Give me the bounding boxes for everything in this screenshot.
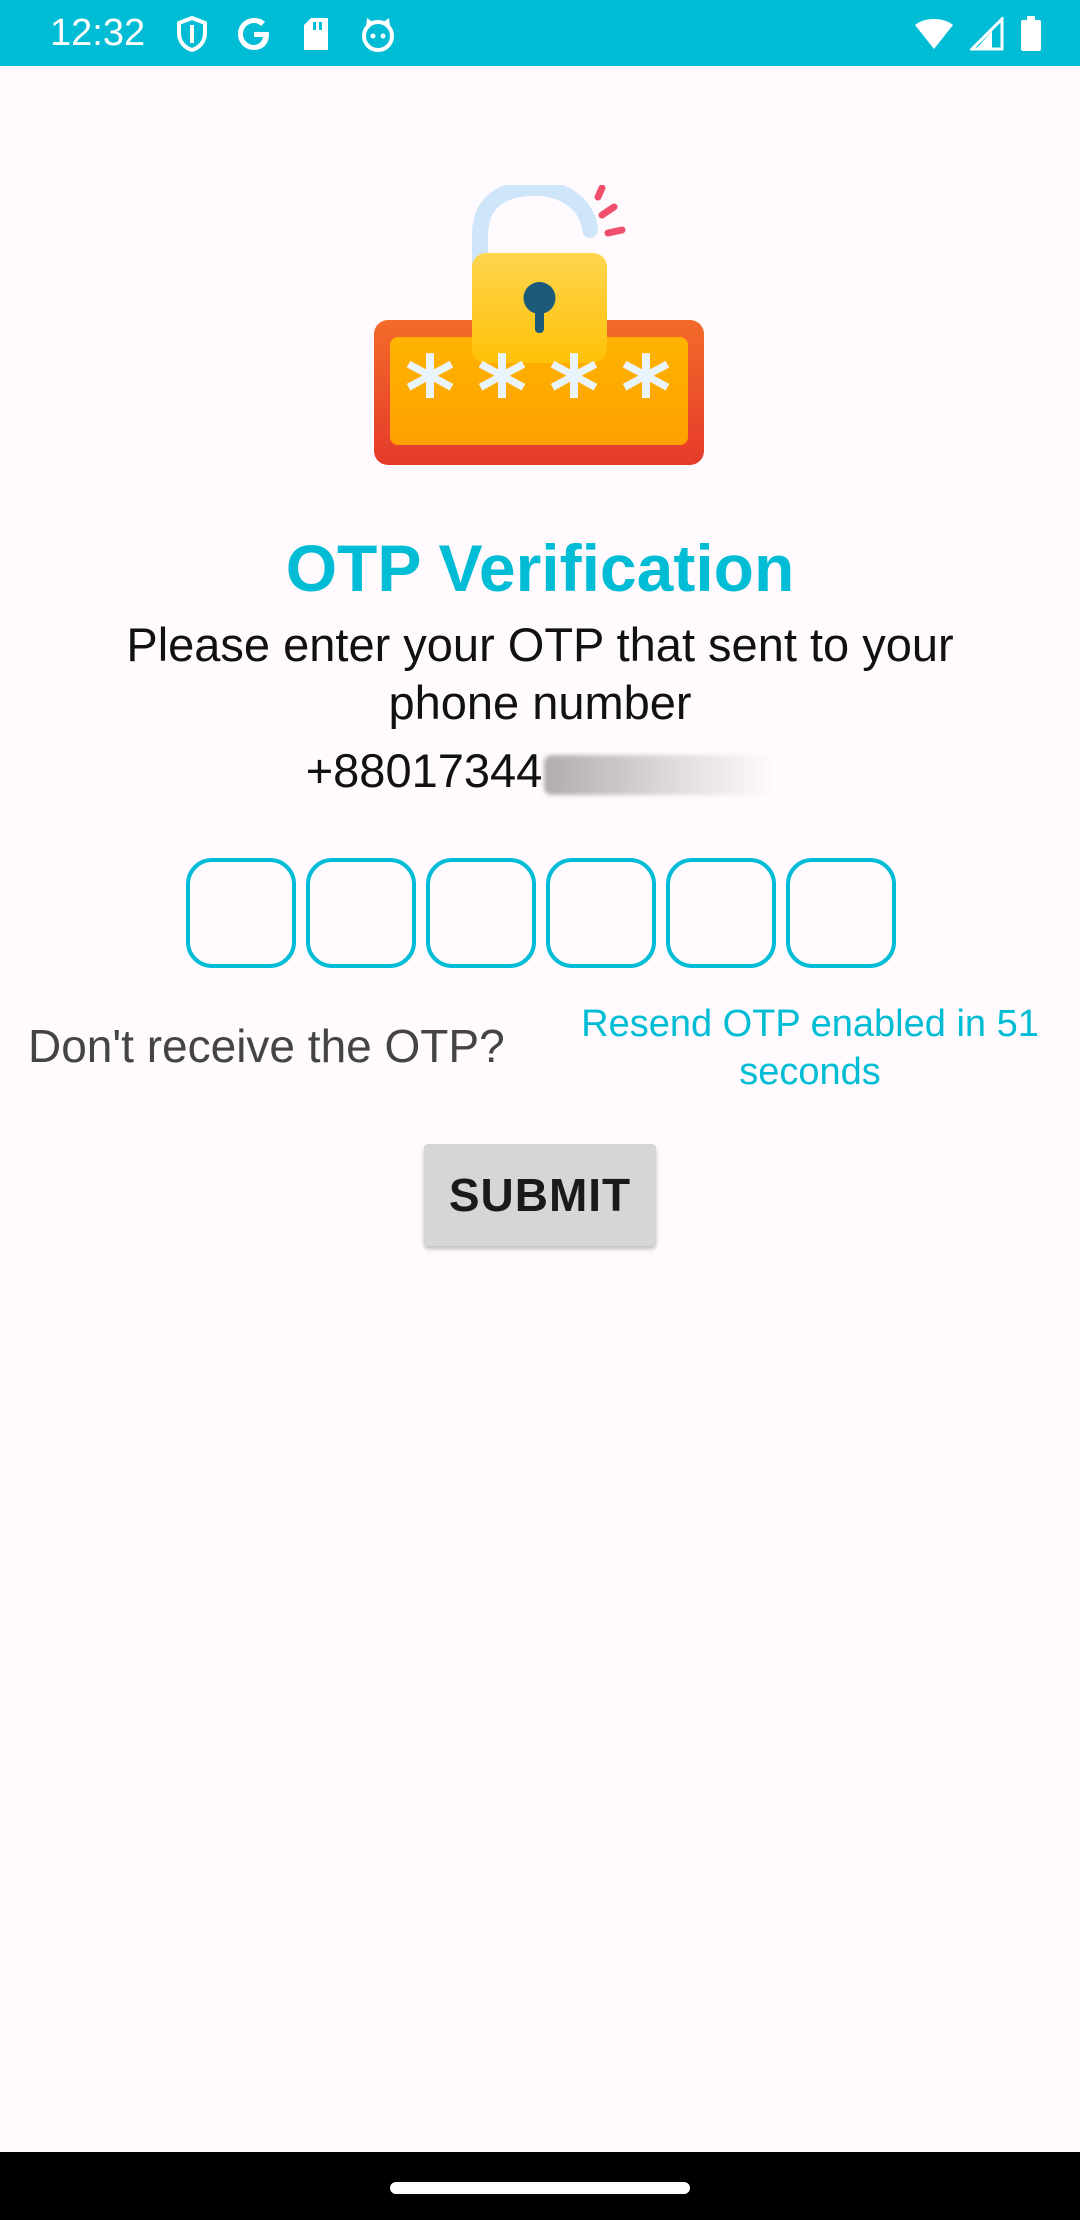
wifi-icon — [914, 14, 954, 54]
phone-number: +88017344 — [0, 742, 1080, 800]
submit-button[interactable]: SUBMIT — [424, 1144, 656, 1246]
otp-digit-2[interactable] — [306, 858, 416, 968]
svg-text:*: * — [549, 336, 599, 448]
sd-card-icon — [296, 14, 336, 54]
status-right-icons — [914, 14, 1042, 54]
status-time: 12:32 — [50, 12, 146, 54]
phone-number-redacted — [544, 754, 775, 795]
otp-digit-4[interactable] — [546, 858, 656, 968]
battery-icon — [1020, 14, 1042, 54]
otp-digit-6[interactable] — [786, 858, 896, 968]
otp-digit-5[interactable] — [666, 858, 776, 968]
phone-number-visible: +88017344 — [305, 744, 543, 797]
navigation-bar — [0, 2152, 1080, 2220]
svg-text:*: * — [405, 336, 455, 448]
svg-text:*: * — [621, 336, 671, 448]
signal-icon — [970, 14, 1004, 54]
otp-input-group — [186, 858, 896, 968]
page-title: OTP Verification — [285, 531, 795, 605]
cat-icon — [358, 14, 398, 54]
otp-digit-1[interactable] — [186, 858, 296, 968]
google-icon — [234, 14, 274, 54]
status-left-icons — [172, 14, 398, 54]
instruction-text: Please enter your OTP that sent to your … — [126, 618, 954, 729]
status-bar: 12:32 — [0, 0, 1080, 66]
svg-text:*: * — [477, 336, 527, 448]
padlock-password-icon: * * * * — [370, 179, 710, 475]
otp-digit-3[interactable] — [426, 858, 536, 968]
home-gesture-handle[interactable] — [390, 2182, 690, 2194]
no-otp-question: Don't receive the OTP? — [28, 1020, 505, 1072]
shield-icon — [172, 14, 212, 54]
resend-otp-countdown: Resend OTP enabled in 51 seconds — [581, 1003, 1039, 1093]
